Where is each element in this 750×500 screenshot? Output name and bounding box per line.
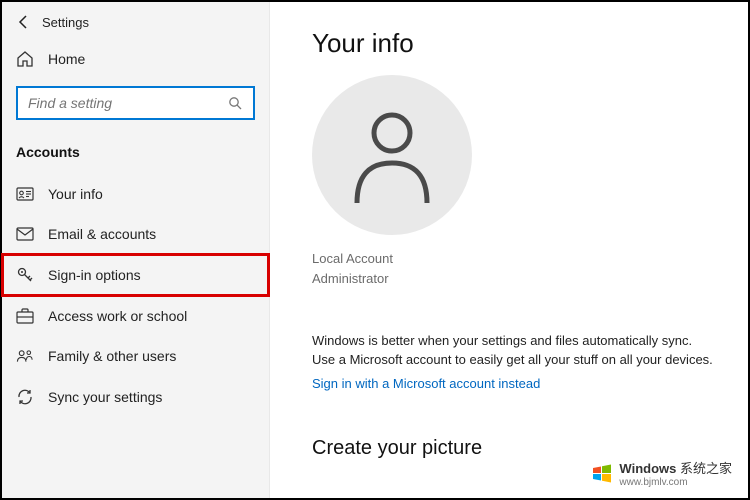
category-heading: Accounts — [2, 134, 269, 174]
sync-icon — [16, 388, 34, 406]
nav-label: Email & accounts — [48, 226, 156, 242]
sync-description: Windows is better when your settings and… — [312, 332, 718, 370]
nav-access-work-school[interactable]: Access work or school — [2, 296, 269, 336]
key-icon — [16, 266, 34, 284]
nav-sign-in-options[interactable]: Sign-in options — [2, 254, 269, 296]
search-icon — [228, 96, 243, 111]
avatar — [312, 75, 472, 235]
mail-icon — [16, 227, 34, 241]
watermark: Windows 系统之家 www.bjmlv.com — [585, 456, 738, 490]
nav-family-users[interactable]: Family & other users — [2, 336, 269, 376]
topbar: Settings — [2, 8, 269, 40]
page-title: Your info — [312, 28, 718, 59]
watermark-brand: Windows — [619, 461, 676, 476]
account-type-line: Local Account — [312, 249, 718, 269]
sign-in-microsoft-link[interactable]: Sign in with a Microsoft account instead — [312, 376, 540, 391]
nav-label: Access work or school — [48, 308, 187, 324]
settings-sidebar: Settings Home Accounts Your info — [2, 2, 270, 498]
nav-label: Family & other users — [48, 348, 176, 364]
search-input[interactable] — [28, 95, 228, 111]
account-type: Local Account Administrator — [312, 249, 718, 288]
nav-label: Your info — [48, 186, 103, 202]
search-container — [2, 78, 269, 134]
watermark-suffix: 系统之家 — [680, 461, 732, 476]
window-title: Settings — [42, 15, 89, 30]
person-icon — [347, 105, 437, 205]
back-icon[interactable] — [16, 14, 32, 30]
account-role-line: Administrator — [312, 269, 718, 289]
watermark-site: www.bjmlv.com — [619, 477, 732, 488]
nav-your-info[interactable]: Your info — [2, 174, 269, 214]
nav-label: Sync your settings — [48, 389, 162, 405]
nav-email-accounts[interactable]: Email & accounts — [2, 214, 269, 254]
search-input-wrap[interactable] — [16, 86, 255, 120]
id-icon — [16, 187, 34, 201]
home-icon — [16, 50, 34, 68]
home-nav[interactable]: Home — [2, 40, 269, 78]
users-icon — [16, 348, 34, 364]
windows-logo-icon — [591, 462, 613, 484]
briefcase-icon — [16, 308, 34, 324]
main-panel: Your info Local Account Administrator Wi… — [270, 2, 748, 498]
home-label: Home — [48, 51, 85, 67]
nav-sync-settings[interactable]: Sync your settings — [2, 376, 269, 418]
nav-label: Sign-in options — [48, 267, 141, 283]
